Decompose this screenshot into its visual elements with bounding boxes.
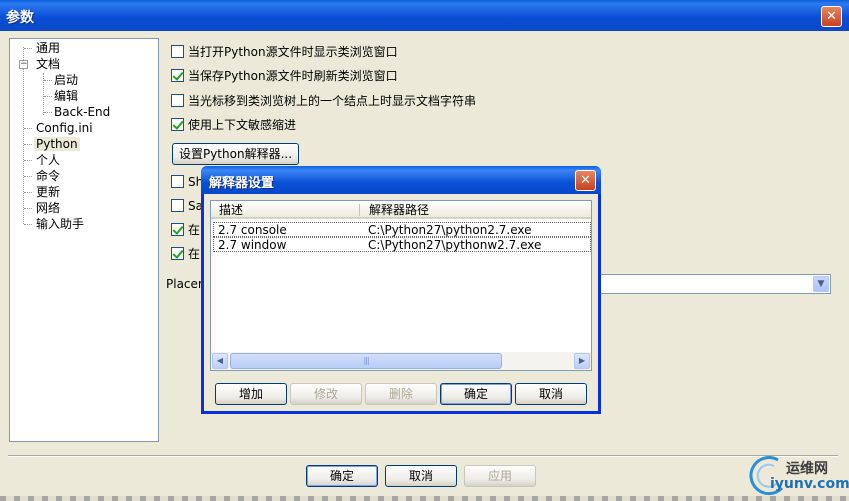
tree-item-label: 输入助手 <box>36 217 85 231</box>
checkbox-checked[interactable] <box>171 69 184 82</box>
column-header-description[interactable]: 描述 <box>211 201 361 219</box>
tree-item-python[interactable]: Python <box>34 136 80 152</box>
dialog-cancel-button[interactable]: 取消 <box>515 383 587 405</box>
site-watermark: 运维网 iyunv.com <box>748 452 849 500</box>
tree-item-personal[interactable]: 个人 <box>34 152 62 168</box>
tree-item-label: 编辑 <box>54 89 79 103</box>
watermark-site: iyunv.com <box>770 476 849 492</box>
tree-item-startup[interactable]: 启动 <box>52 72 80 88</box>
tree-connector <box>24 48 32 49</box>
option-refresh-class-browser-on-save[interactable]: 当保存Python源文件时刷新类浏览窗口 <box>171 69 398 85</box>
modify-interpreter-button[interactable]: 修改 <box>290 383 362 405</box>
tree-connector <box>23 47 24 224</box>
interpreter-list[interactable]: 描述 解释器路径 2.7 console C:\Python27\python2… <box>210 200 592 371</box>
table-row[interactable]: 2.7 console C:\Python27\python2.7.exe <box>213 222 591 237</box>
option-sh[interactable]: Sh <box>171 175 203 191</box>
chevron-down-icon[interactable]: ▼ <box>813 276 829 292</box>
scroll-left-icon[interactable]: ◀ <box>212 353 228 369</box>
tree-item-label: Back-End <box>54 105 111 119</box>
option-context-sensitive-indent[interactable]: 使用上下文敏感缩进 <box>171 118 296 134</box>
tree-item-label: 通用 <box>36 41 61 55</box>
tree-item-commands[interactable]: 命令 <box>34 168 62 184</box>
set-python-interpreter-button[interactable]: 设置Python解释器... <box>172 143 299 165</box>
interpreter-settings-dialog[interactable]: 解释器设置 ✕ 描述 解释器路径 2.7 console C:\Python27… <box>201 166 601 414</box>
checkbox[interactable] <box>171 45 184 58</box>
dialog-close-button[interactable]: ✕ <box>575 170 596 191</box>
tree-item-config-ini[interactable]: Config.ini <box>34 120 95 136</box>
watermark-brand: 运维网 <box>786 461 828 477</box>
scroll-right-icon[interactable]: ▶ <box>574 353 590 369</box>
tree-connector <box>44 96 52 97</box>
footer-divider <box>8 455 838 457</box>
tree-connector <box>44 80 52 81</box>
tree-connector <box>24 160 32 161</box>
ok-button[interactable]: 确定 <box>306 465 378 487</box>
tree-connector <box>24 208 32 209</box>
checkbox[interactable] <box>171 175 184 188</box>
tree-item-input-assistant[interactable]: 输入助手 <box>34 216 86 232</box>
option-label: 当光标移到类浏览树上的一个结点上时显示文档字符串 <box>188 94 477 108</box>
tree-item-network[interactable]: 网络 <box>34 200 62 216</box>
row-description: 2.7 console <box>218 223 287 237</box>
tree-item-label: Python <box>34 137 80 151</box>
table-row[interactable]: 2.7 window C:\Python27\pythonw2.7.exe <box>213 237 591 252</box>
tree-item-general[interactable]: 通用 <box>34 40 62 56</box>
close-icon: ✕ <box>826 9 837 24</box>
tree-item-label: 网络 <box>36 201 61 215</box>
add-interpreter-button[interactable]: 增加 <box>215 383 287 405</box>
dialog-ok-button[interactable]: 确定 <box>440 383 512 405</box>
cancel-button[interactable]: 取消 <box>385 465 457 487</box>
dialog-titlebar[interactable]: 解释器设置 ✕ <box>201 166 601 194</box>
tree-item-label: 更新 <box>36 185 61 199</box>
taskbar-strip <box>0 496 849 501</box>
horizontal-scrollbar[interactable]: ◀ ||| ▶ <box>211 352 591 370</box>
column-header-path[interactable]: 解释器路径 <box>361 201 591 219</box>
list-header: 描述 解释器路径 <box>211 201 591 219</box>
close-icon: ✕ <box>580 173 591 188</box>
option-label: 当打开Python源文件时显示类浏览窗口 <box>188 45 398 59</box>
tree-item-back-end[interactable]: Back-End <box>52 104 112 120</box>
tree-connector <box>24 128 32 129</box>
tree-item-label: 文档 <box>36 57 61 71</box>
checkbox[interactable] <box>171 94 184 107</box>
tree-item-update[interactable]: 更新 <box>34 184 62 200</box>
checkbox-checked[interactable] <box>171 118 184 131</box>
scrollbar-thumb[interactable]: ||| <box>230 353 502 369</box>
row-path: C:\Python27\pythonw2.7.exe <box>368 238 542 252</box>
tree-item-label: 个人 <box>36 153 61 167</box>
window-close-button[interactable]: ✕ <box>821 6 842 27</box>
option-show-class-browser-on-open[interactable]: 当打开Python源文件时显示类浏览窗口 <box>171 45 398 61</box>
placement-select[interactable]: ▼ <box>600 274 831 294</box>
checkbox-checked[interactable] <box>171 247 184 260</box>
tree-connector <box>24 176 32 177</box>
tree-connector <box>24 192 32 193</box>
category-tree[interactable]: 通用 − 文档 启动 编辑 Back-End Config.ini Python… <box>9 38 159 442</box>
delete-interpreter-button[interactable]: 删除 <box>365 383 437 405</box>
tree-item-editor[interactable]: 编辑 <box>52 88 80 104</box>
tree-connector <box>24 224 32 225</box>
option-label: 使用上下文敏感缩进 <box>188 118 297 132</box>
checkbox[interactable] <box>171 199 184 212</box>
apply-button[interactable]: 应用 <box>464 465 536 487</box>
tree-item-label: Config.ini <box>36 121 93 135</box>
tree-item-label: 命令 <box>36 169 61 183</box>
tree-connector <box>44 112 52 113</box>
dialog-title: 解释器设置 <box>209 176 275 191</box>
option-show-docstring-on-hover[interactable]: 当光标移到类浏览树上的一个结点上时显示文档字符串 <box>171 94 476 110</box>
tree-item-label: 启动 <box>54 73 79 87</box>
tree-connector <box>24 144 32 145</box>
option-label: 当保存Python源文件时刷新类浏览窗口 <box>188 69 398 83</box>
tree-item-document[interactable]: 文档 <box>34 56 62 72</box>
checkbox-checked[interactable] <box>171 223 184 236</box>
collapse-icon[interactable]: − <box>19 60 28 69</box>
option-zai-1[interactable]: 在( <box>171 223 205 239</box>
window-title: 参数 <box>6 10 34 26</box>
row-description: 2.7 window <box>218 238 287 252</box>
window-titlebar[interactable]: 参数 ✕ <box>0 0 849 31</box>
row-path: C:\Python27\python2.7.exe <box>368 223 532 237</box>
column-divider[interactable] <box>359 204 360 216</box>
